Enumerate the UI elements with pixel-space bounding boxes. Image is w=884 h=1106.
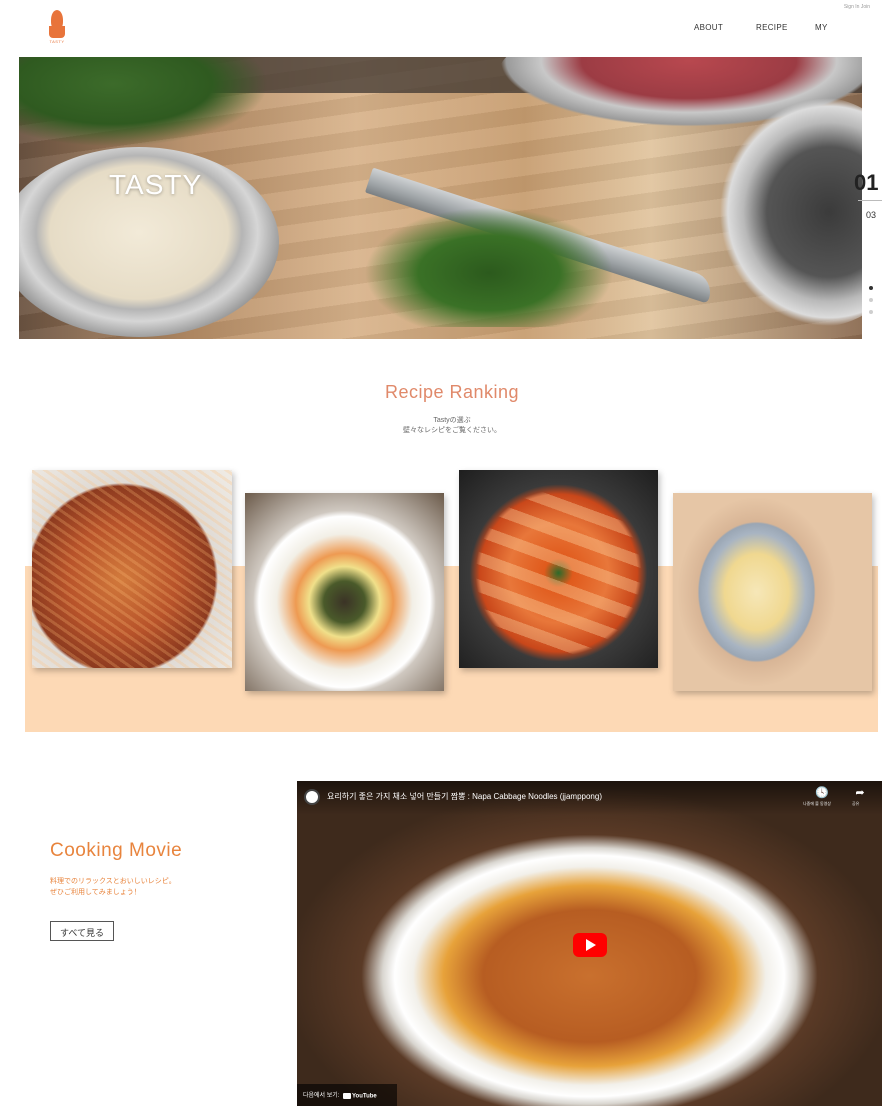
nav-about-link[interactable]: ABOUT bbox=[694, 23, 723, 32]
chopped-herbs-image bbox=[364, 207, 614, 327]
movie-description: 料理でのリラックスとおいしいレシピ。 ぜひご利用してみましょう！ bbox=[50, 876, 176, 898]
play-button-icon[interactable] bbox=[573, 933, 607, 957]
site-header: TASTY ABOUT RECIPE MY Sign In Join bbox=[0, 0, 884, 56]
hero-title: TASTY bbox=[109, 169, 203, 200]
nav-recipe-link[interactable]: RECIPE bbox=[756, 23, 788, 32]
logo-cup-icon bbox=[49, 26, 65, 38]
youtube-logo-icon[interactable]: YouTube bbox=[343, 1093, 377, 1100]
slide-dot-3[interactable] bbox=[869, 310, 873, 314]
slide-divider bbox=[858, 200, 882, 201]
youtube-video-embed[interactable]: 요리하기 좋은 가지 채소 넣어 만들기 짬뽕 : Napa Cabbage N… bbox=[297, 781, 882, 1106]
slide-dot-2[interactable] bbox=[869, 298, 873, 302]
movie-section-title: Cooking Movie bbox=[50, 840, 183, 861]
channel-avatar-icon[interactable] bbox=[304, 789, 320, 805]
hero-slider: TASTY bbox=[19, 57, 862, 339]
view-all-button[interactable]: すべて見る bbox=[50, 921, 114, 941]
recipe-card-bibim-noodles[interactable] bbox=[245, 493, 444, 691]
slide-current-number: 01 bbox=[854, 170, 879, 195]
clock-icon[interactable]: 🕓 bbox=[815, 787, 829, 799]
slide-total-number: 03 bbox=[866, 210, 877, 220]
slide-dot-1[interactable] bbox=[869, 286, 873, 290]
recipe-card-spicy-noodles[interactable] bbox=[32, 470, 232, 668]
logo-text: TASTY bbox=[49, 39, 65, 44]
video-title[interactable]: 요리하기 좋은 가지 채소 넣어 만들기 짬뽕 : Napa Cabbage N… bbox=[327, 791, 602, 802]
share-label: 공유 bbox=[852, 801, 860, 806]
movie-desc-line1: 料理でのリラックスとおいしいレシピ。 bbox=[50, 878, 176, 885]
watch-later-label: 나중에 볼 동영상 bbox=[803, 801, 831, 806]
auth-links[interactable]: Sign In Join bbox=[844, 4, 870, 10]
recipe-card-cream-pasta[interactable] bbox=[673, 493, 872, 691]
movie-desc-line2: ぜひご利用してみましょう！ bbox=[50, 889, 141, 896]
tasty-logo[interactable]: TASTY bbox=[46, 10, 68, 44]
ranking-subtitle: Tastyの選ぶ 壁々なレシピをご覧ください。 bbox=[0, 416, 884, 436]
recipe-card-tofu-stew[interactable] bbox=[459, 470, 658, 668]
watch-on-label: 다음에서 보기: bbox=[303, 1093, 340, 1099]
nav-my-link[interactable]: MY bbox=[815, 23, 828, 32]
youtube-logo-text: YouTube bbox=[352, 1094, 377, 1100]
ranking-subtitle-line2: 壁々なレシピをご覧ください。 bbox=[403, 427, 501, 434]
herbs-image bbox=[19, 57, 269, 147]
ranking-title: Recipe Ranking bbox=[384, 382, 520, 402]
ranking-subtitle-line1: Tastyの選ぶ bbox=[433, 417, 471, 424]
share-icon[interactable]: ➦ bbox=[854, 787, 866, 799]
